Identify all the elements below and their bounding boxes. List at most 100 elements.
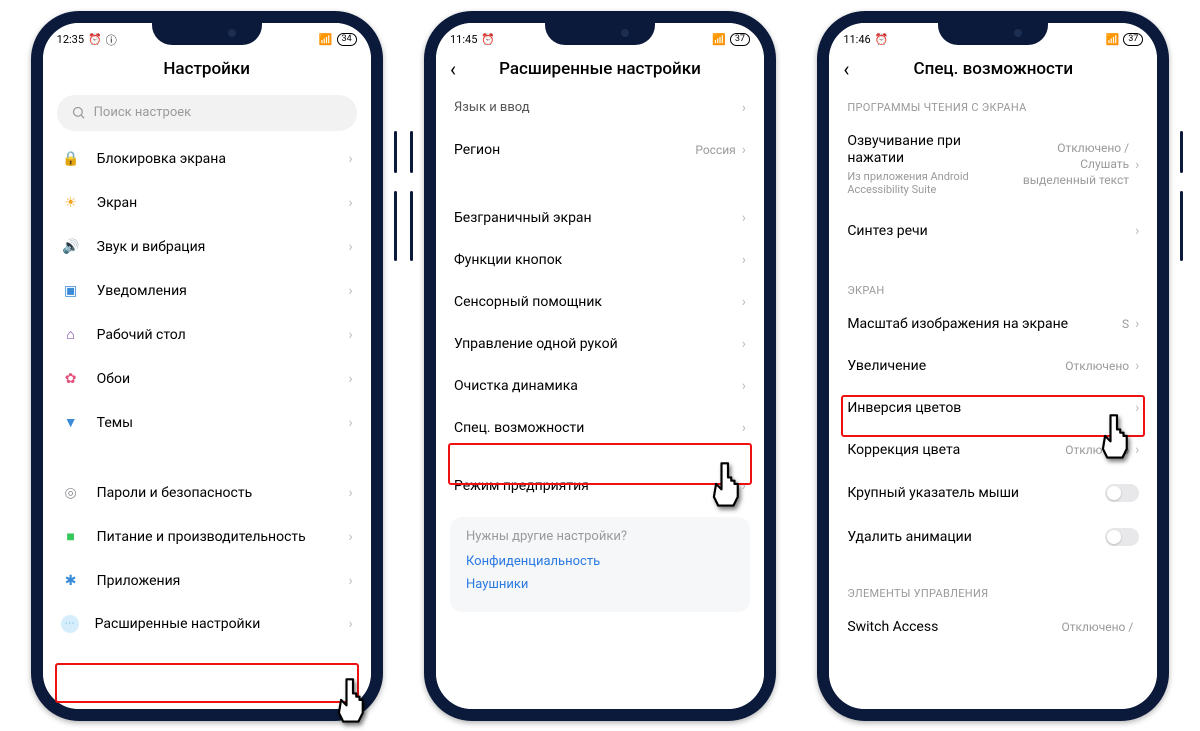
row-onehand[interactable]: Управление одной рукой› (436, 323, 764, 365)
search-placeholder: Поиск настроек (94, 105, 192, 120)
battery-indicator: 37 (1123, 33, 1143, 46)
notch (152, 23, 262, 45)
other-settings-panel: Нужны другие настройки? Конфиденциальнос… (450, 517, 750, 612)
chevron-right-icon: › (348, 573, 352, 589)
row-themes[interactable]: ▼Темы› (43, 401, 371, 445)
chevron-right-icon: › (348, 239, 352, 255)
page-title: Спец. возможности (914, 59, 1074, 79)
section-screen-readers: ПРОГРАММЫ ЧТЕНИЯ С ЭКРАНА (829, 87, 1157, 120)
row-large-pointer[interactable]: Крупный указатель мыши (829, 471, 1157, 515)
back-button[interactable]: ‹ (843, 59, 849, 79)
battery-indicator: 34 (337, 33, 357, 46)
battery-indicator: 37 (730, 33, 750, 46)
chevron-right-icon: › (742, 142, 746, 158)
row-remove-animations[interactable]: Удалить анимации (829, 515, 1157, 559)
row-accessibility[interactable]: Спец. возможности› (436, 407, 764, 449)
row-quickball[interactable]: Сенсорный помощник› (436, 281, 764, 323)
chevron-right-icon: › (348, 415, 352, 431)
info-icon: ⓘ (106, 32, 117, 48)
chevron-right-icon: › (348, 616, 352, 632)
phone-advanced-settings: 11:45 ⏰ 📶 37 ‹ Расширенные настройки Язы… (424, 11, 776, 721)
toggle[interactable] (1105, 528, 1139, 546)
row-language-input[interactable]: Язык и ввод› (436, 87, 764, 129)
chevron-right-icon: › (742, 210, 746, 226)
apps-icon: ✱ (61, 571, 81, 591)
chevron-right-icon: › (348, 371, 352, 387)
battery-icon: ■ (61, 527, 81, 547)
row-buttons[interactable]: Функции кнопок› (436, 239, 764, 281)
row-display[interactable]: ☀Экран› (43, 181, 371, 225)
chevron-right-icon: › (742, 252, 746, 268)
chevron-right-icon: › (348, 485, 352, 501)
chevron-right-icon: › (742, 378, 746, 394)
chevron-right-icon: › (348, 195, 352, 211)
page-title: Настройки (163, 59, 250, 79)
chevron-right-icon: › (348, 529, 352, 545)
phone-accessibility: 11:46 ⏰ 📶 37 ‹ Спец. возможности ПРОГРАМ… (817, 11, 1169, 721)
cursor-pointer-icon (331, 675, 375, 727)
status-time: 11:46 (843, 33, 870, 46)
fingerprint-icon: ◎ (61, 483, 81, 503)
row-advanced-settings[interactable]: ⋯Расширенные настройки› (43, 603, 371, 645)
row-security[interactable]: ◎Пароли и безопасность› (43, 471, 371, 515)
sound-icon: 🔊 (61, 237, 81, 257)
row-lock-screen[interactable]: 🔒Блокировка экрана› (43, 137, 371, 181)
row-battery[interactable]: ■Питание и производительность› (43, 515, 371, 559)
chevron-right-icon: › (1135, 223, 1139, 239)
chevron-right-icon: › (742, 336, 746, 352)
row-magnification[interactable]: УвеличениеОтключено› (829, 345, 1157, 387)
notifications-icon: ▣ (61, 281, 81, 301)
home-icon: ⌂ (61, 325, 81, 345)
chevron-right-icon: › (1135, 157, 1139, 173)
sun-icon: ☀ (61, 193, 81, 213)
page-header: ‹ Спец. возможности (829, 51, 1157, 87)
signal-icon: 📶 (712, 33, 726, 46)
row-apps[interactable]: ✱Приложения› (43, 559, 371, 603)
status-time: 12:35 (57, 33, 84, 46)
notch (545, 23, 655, 45)
page-header: ‹ Расширенные настройки (436, 51, 764, 87)
search-icon (71, 105, 86, 120)
row-display-size[interactable]: Масштаб изображения на экранеS› (829, 303, 1157, 345)
chevron-right-icon: › (348, 327, 352, 343)
signal-icon: 📶 (319, 33, 333, 46)
search-input[interactable]: Поиск настроек (57, 95, 357, 131)
row-notifications[interactable]: ▣Уведомления› (43, 269, 371, 313)
row-select-to-speak[interactable]: Озвучивание при нажатииИз приложения And… (829, 120, 1157, 211)
link-privacy[interactable]: Конфиденциальность (466, 554, 734, 569)
row-sound[interactable]: 🔊Звук и вибрация› (43, 225, 371, 269)
chevron-right-icon: › (742, 420, 746, 436)
chevron-right-icon: › (1135, 316, 1139, 332)
alarm-icon: ⏰ (88, 33, 102, 46)
row-speaker-clean[interactable]: Очистка динамика› (436, 365, 764, 407)
alarm-icon: ⏰ (481, 33, 495, 46)
row-home[interactable]: ⌂Рабочий стол› (43, 313, 371, 357)
chevron-right-icon: › (742, 294, 746, 310)
page-header: Настройки (43, 51, 371, 87)
lock-icon: 🔒 (61, 149, 81, 169)
row-switch-access[interactable]: Switch AccessОтключено / (829, 606, 1157, 648)
toggle[interactable] (1105, 484, 1139, 502)
phone-settings-main: 12:35 ⏰ ⓘ 📶 34 Настройки Поиск настроек … (31, 11, 383, 721)
section-display: ЭКРАН (829, 270, 1157, 303)
cursor-pointer-icon (706, 459, 750, 511)
section-controls: ЭЛЕМЕНТЫ УПРАВЛЕНИЯ (829, 573, 1157, 606)
row-fullscreen[interactable]: Безграничный экран› (436, 197, 764, 239)
chevron-right-icon: › (348, 283, 352, 299)
alarm-icon: ⏰ (875, 33, 889, 46)
row-wallpaper[interactable]: ✿Обои› (43, 357, 371, 401)
signal-icon: 📶 (1105, 33, 1119, 46)
row-tts[interactable]: Синтез речи› (829, 210, 1157, 252)
chevron-right-icon: › (742, 100, 746, 116)
back-button[interactable]: ‹ (450, 59, 456, 79)
themes-icon: ▼ (61, 413, 81, 433)
notch (938, 23, 1048, 45)
link-headphones[interactable]: Наушники (466, 577, 734, 592)
advanced-list: Язык и ввод› РегионРоссия› Безграничный … (436, 87, 764, 709)
wallpaper-icon: ✿ (61, 369, 81, 389)
chevron-right-icon: › (348, 151, 352, 167)
row-region[interactable]: РегионРоссия› (436, 129, 764, 171)
panel-question: Нужны другие настройки? (466, 529, 734, 544)
chevron-right-icon: › (1135, 358, 1139, 374)
accessibility-list: ПРОГРАММЫ ЧТЕНИЯ С ЭКРАНА Озвучивание пр… (829, 87, 1157, 709)
